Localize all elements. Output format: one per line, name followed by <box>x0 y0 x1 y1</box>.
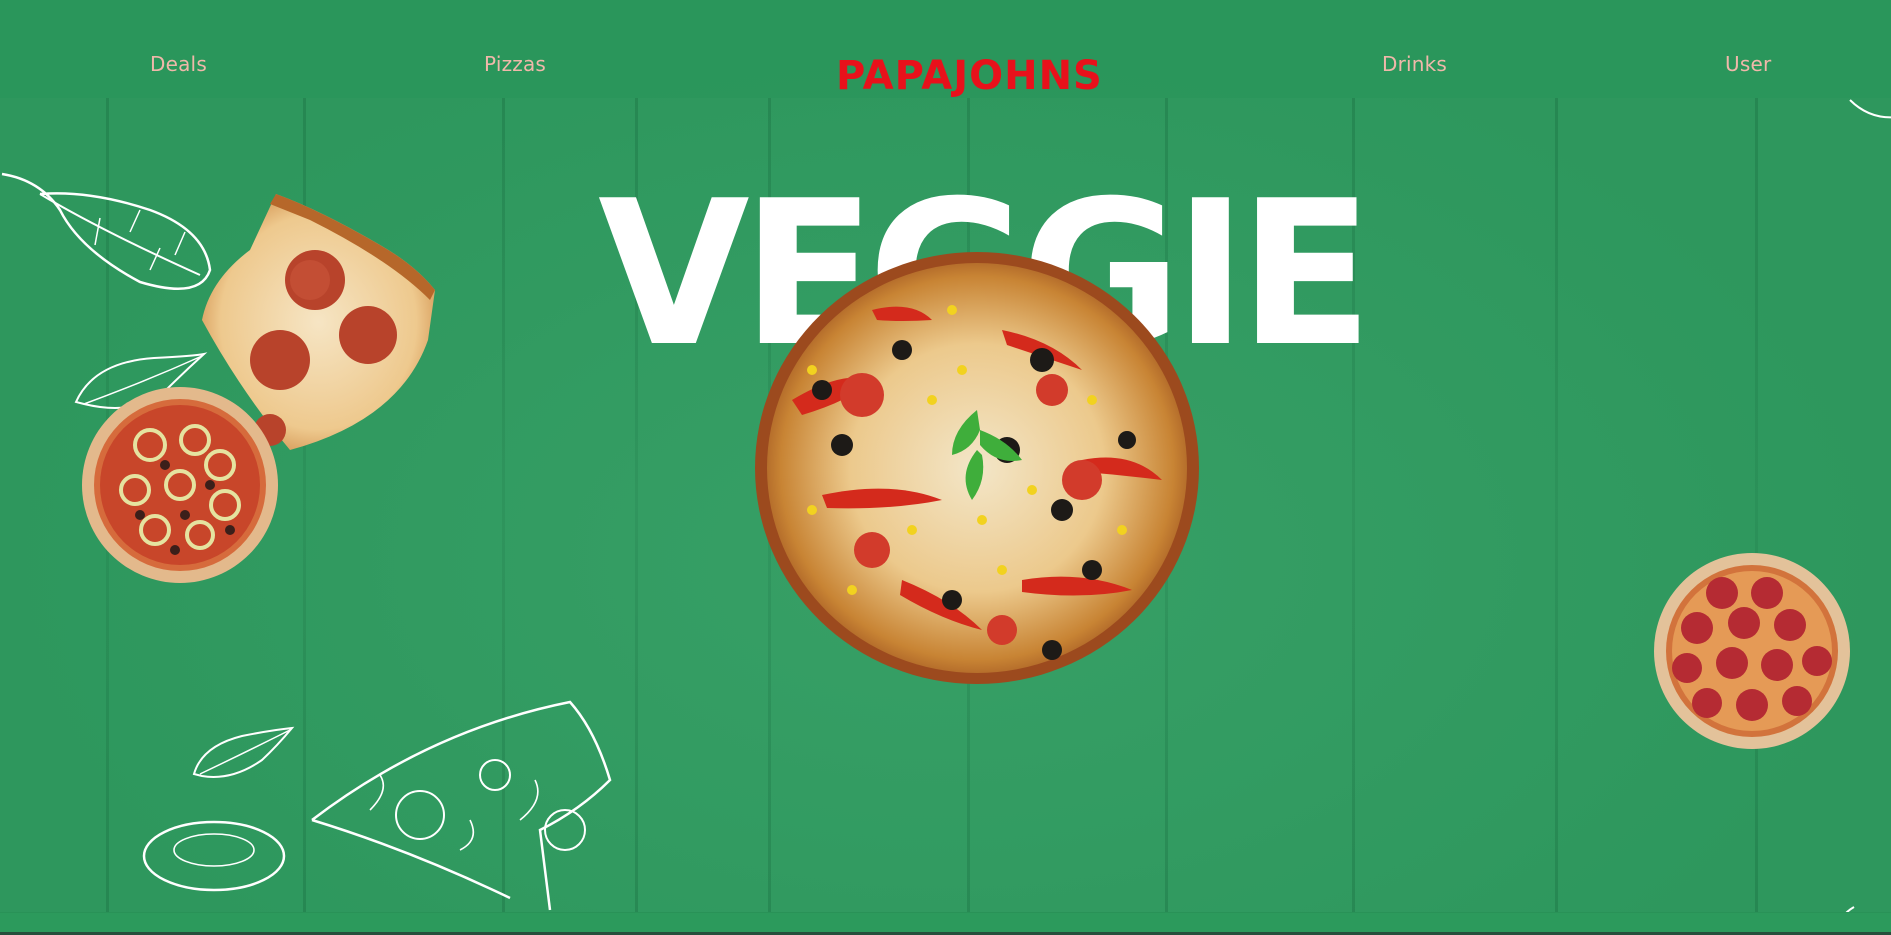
veggie-pizza-image <box>755 252 1199 684</box>
nav-link-pizzas[interactable]: Pizzas <box>484 52 546 76</box>
pepperoni-pizza-image <box>1654 553 1850 749</box>
tomato-pepper-pizza-image <box>82 387 278 583</box>
nav-link-user[interactable]: User <box>1725 52 1771 76</box>
pizza-slice-sketch-icon <box>311 700 612 911</box>
nav-link-drinks[interactable]: Drinks <box>1382 52 1447 76</box>
wood-plank-line <box>1755 98 1758 915</box>
olive-sketch-icon <box>142 820 286 892</box>
basil-leaf-sketch-icon <box>192 726 295 778</box>
papajohns-logo[interactable]: PAPAJOHNS <box>836 53 1103 99</box>
hero-stage: Deals Pizzas PAPAJOHNS Drinks User VEGGI… <box>0 0 1891 935</box>
leaf-sketch-icon <box>1849 99 1891 119</box>
wood-plank-line <box>1555 98 1558 915</box>
nav-link-deals[interactable]: Deals <box>150 52 207 76</box>
